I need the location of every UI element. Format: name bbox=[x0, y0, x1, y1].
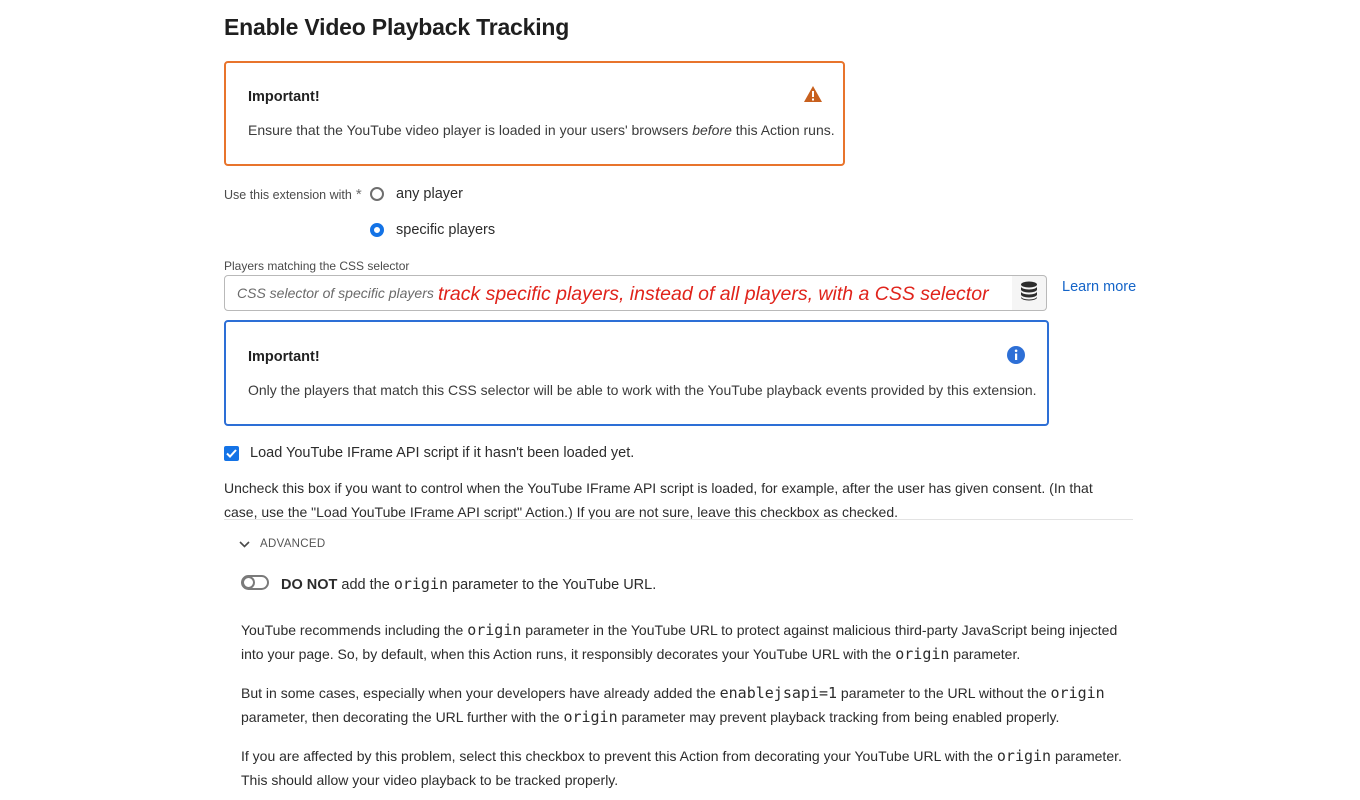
warning-alert: Important! Ensure that the YouTube video… bbox=[224, 61, 845, 166]
advanced-label: ADVANCED bbox=[260, 538, 326, 550]
info-alert-heading: Important! bbox=[248, 349, 320, 365]
radio-button[interactable] bbox=[370, 187, 384, 201]
origin-toggle-switch[interactable] bbox=[241, 575, 269, 590]
data-element-button[interactable] bbox=[1012, 275, 1047, 311]
advanced-paragraph-2: But in some cases, especially when your … bbox=[241, 684, 1105, 726]
load-api-label: Load YouTube IFrame API script if it has… bbox=[250, 445, 635, 461]
radio-any-player-label: any player bbox=[396, 186, 463, 202]
warning-alert-body: Ensure that the YouTube video player is … bbox=[248, 122, 835, 138]
database-icon bbox=[1020, 281, 1038, 306]
advanced-toggle[interactable]: ADVANCED bbox=[239, 535, 325, 553]
info-alert-body: Only the players that match this CSS sel… bbox=[248, 382, 1037, 398]
divider bbox=[224, 519, 1133, 520]
warning-alert-heading: Important! bbox=[248, 89, 320, 105]
radio-specific-players-label: specific players bbox=[396, 222, 496, 238]
checkmark-icon bbox=[226, 449, 237, 458]
learn-more-link[interactable]: Learn more bbox=[1062, 279, 1136, 295]
radio-any-player[interactable]: any player bbox=[370, 186, 463, 202]
required-marker: * bbox=[355, 186, 362, 203]
info-alert: Important! Only the players that match t… bbox=[224, 320, 1049, 426]
advanced-paragraph-3: If you are affected by this problem, sel… bbox=[241, 747, 1122, 788]
annotation-text: track specific players, instead of all p… bbox=[438, 283, 989, 305]
load-api-help-text: Uncheck this box if you want to control … bbox=[224, 480, 1093, 520]
origin-toggle-label: DO NOT add the origin parameter to the Y… bbox=[281, 575, 657, 593]
advanced-paragraph-1: YouTube recommends including the origin … bbox=[241, 621, 1118, 663]
chevron-down-icon bbox=[239, 535, 250, 553]
info-icon bbox=[1007, 346, 1025, 369]
css-selector-label: Players matching the CSS selector bbox=[224, 259, 410, 273]
load-api-checkbox[interactable] bbox=[224, 446, 239, 461]
radio-button[interactable] bbox=[370, 223, 384, 237]
player-scope-label: Use this extension with * bbox=[224, 186, 362, 203]
radio-specific-players[interactable]: specific players bbox=[370, 222, 495, 238]
switch-knob bbox=[242, 576, 255, 589]
warning-icon bbox=[803, 85, 823, 108]
page-title: Enable Video Playback Tracking bbox=[224, 14, 570, 40]
